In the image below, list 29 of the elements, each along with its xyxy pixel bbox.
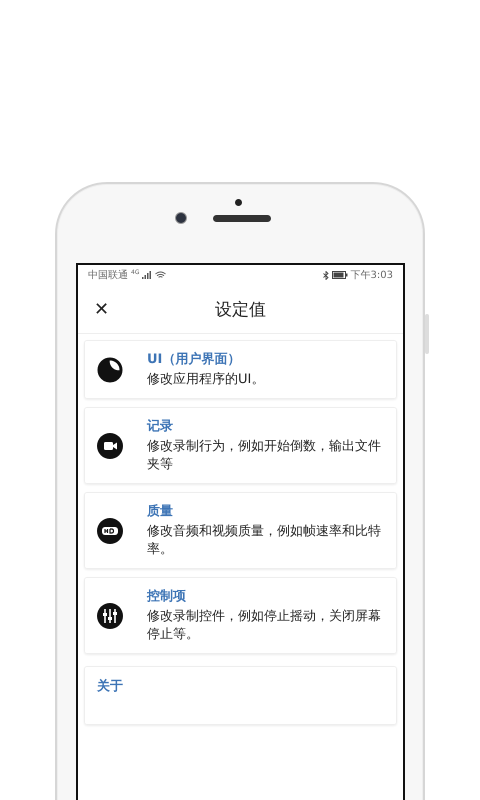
wifi-icon: [155, 271, 166, 279]
moon-icon: [97, 356, 123, 382]
setting-title: 质量: [147, 503, 174, 520]
camera-icon: [175, 212, 187, 224]
setting-description: 修改录制行为，例如开始倒数，输出文件夹等: [147, 438, 382, 474]
setting-title: 控制项: [147, 588, 187, 605]
setting-title: 记录: [147, 418, 174, 435]
sensor-icon: [234, 199, 242, 206]
setting-title: UI（用户界面）: [147, 350, 242, 368]
battery-icon: [332, 271, 348, 279]
setting-description: 修改应用程序的UI。: [147, 371, 264, 389]
settings-card[interactable]: 质量 修改音频和视频质量，例如帧速率和比特率。: [84, 492, 397, 569]
hd-icon: [97, 518, 123, 544]
sliders-icon: [97, 602, 123, 628]
carrier-label: 中国联通: [88, 268, 128, 282]
settings-card[interactable]: UI（用户界面） 修改应用程序的UI。: [84, 340, 397, 399]
about-card[interactable]: 关于: [84, 666, 397, 725]
bluetooth-icon: [322, 270, 329, 280]
setting-description: 修改音频和视频质量，例如帧速率和比特率。: [147, 523, 382, 559]
screen-title: 设定值: [215, 298, 266, 320]
time-label: 下午3:03: [350, 269, 393, 282]
signal-icon: [142, 271, 152, 279]
setting-description: 修改录制控件，例如停止摇动，关闭屏幕停止等。: [147, 608, 382, 644]
video-camera-icon: [97, 432, 123, 458]
settings-card[interactable]: 控制项 修改录制控件，例如停止摇动，关闭屏幕停止等。: [84, 577, 397, 654]
about-link[interactable]: 关于: [97, 677, 123, 695]
settings-card[interactable]: 记录 修改录制行为，例如开始倒数，输出文件夹等: [84, 407, 397, 484]
speaker-icon: [213, 214, 271, 222]
close-button[interactable]: ✕: [86, 298, 118, 320]
